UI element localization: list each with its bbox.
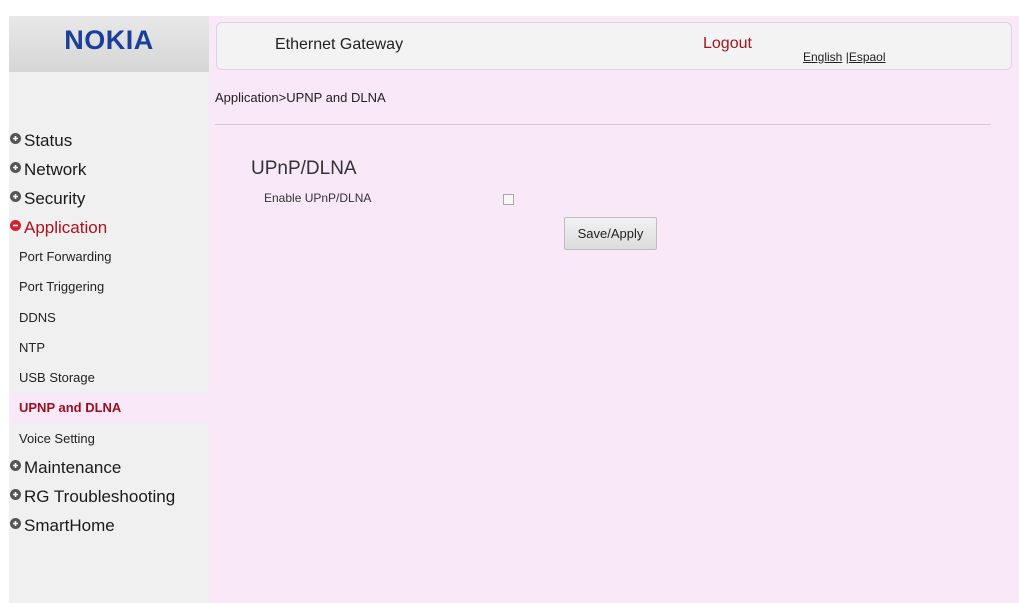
- english-link[interactable]: English: [803, 50, 842, 64]
- sidebar-item-label: SmartHome: [24, 516, 115, 535]
- sidebar-item-label: Maintenance: [24, 458, 122, 477]
- plus-circle-icon: [10, 459, 21, 471]
- plus-circle-icon: [10, 190, 21, 202]
- minus-circle-icon: [10, 219, 21, 231]
- nokia-logo: NOKIA: [64, 24, 154, 55]
- sidebar-item-ntp[interactable]: NTP: [9, 333, 209, 363]
- save-apply-button[interactable]: Save/Apply: [564, 217, 657, 250]
- logo-box: NOKIA: [9, 16, 209, 72]
- divider: [215, 124, 991, 125]
- sidebar: NOKIA Status Network Security Applicatio…: [9, 16, 209, 603]
- plus-circle-icon: [10, 132, 21, 144]
- main-content: Ethernet Gateway Logout English |Espaol …: [209, 16, 1019, 603]
- header-bar: Ethernet Gateway Logout English |Espaol: [216, 22, 1012, 70]
- plus-circle-icon: [10, 488, 21, 500]
- plus-circle-icon: [10, 161, 21, 173]
- sidebar-item-application[interactable]: Application: [10, 215, 107, 241]
- sidebar-item-upnp-dlna[interactable]: UPNP and DLNA: [9, 393, 209, 423]
- section-title: UPnP/DLNA: [251, 158, 357, 179]
- enable-upnp-checkbox[interactable]: [503, 194, 514, 205]
- logout-link[interactable]: Logout: [703, 35, 752, 53]
- sidebar-item-usb-storage[interactable]: USB Storage: [9, 363, 209, 393]
- sidebar-item-maintenance[interactable]: Maintenance: [10, 455, 121, 481]
- language-links: English |Espaol: [803, 50, 886, 64]
- sidebar-item-label: Application: [24, 218, 108, 237]
- sidebar-item-security[interactable]: Security: [10, 186, 85, 212]
- sidebar-item-port-triggering[interactable]: Port Triggering: [9, 272, 209, 302]
- breadcrumb: Application>UPNP and DLNA: [215, 90, 386, 105]
- sidebar-item-label: Network: [24, 160, 87, 179]
- sidebar-item-network[interactable]: Network: [10, 157, 86, 183]
- sidebar-item-ddns[interactable]: DDNS: [9, 303, 209, 333]
- page-title: Ethernet Gateway: [275, 36, 404, 53]
- spanish-link[interactable]: Espaol: [849, 50, 886, 64]
- sidebar-item-label: RG Troubleshooting: [24, 487, 176, 506]
- sidebar-item-port-forwarding[interactable]: Port Forwarding: [9, 242, 209, 272]
- sidebar-item-label: Security: [24, 189, 86, 208]
- sidebar-item-smarthome[interactable]: SmartHome: [10, 513, 115, 539]
- sidebar-item-label: Status: [24, 131, 73, 150]
- plus-circle-icon: [10, 517, 21, 529]
- sidebar-item-rg-troubleshooting[interactable]: RG Troubleshooting: [10, 484, 175, 510]
- sidebar-item-status[interactable]: Status: [10, 128, 72, 154]
- sidebar-item-voice-setting[interactable]: Voice Setting: [9, 424, 209, 454]
- enable-upnp-label: Enable UPnP/DLNA: [264, 191, 372, 205]
